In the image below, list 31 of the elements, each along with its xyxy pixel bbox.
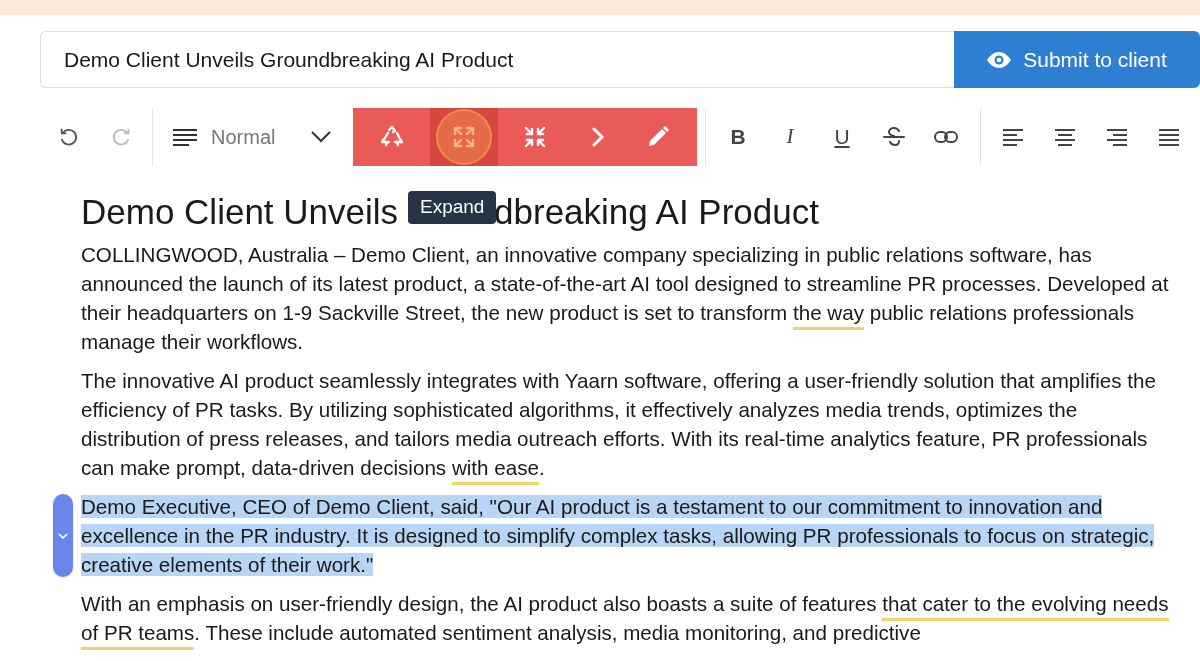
align-right-icon: [1106, 127, 1128, 147]
title-input[interactable]: Demo Client Unveils Groundbreaking AI Product: [40, 31, 954, 88]
paragraph: With an emphasis on user-friendly design, the AI product also boasts a suite of features that cater to the evolving needs of PR teams. These include automated sentiment analysis, media monitoring, and predictive: [81, 589, 1182, 647]
chevron-down-icon: [58, 532, 68, 539]
underline-button[interactable]: U: [826, 117, 858, 157]
tooltip: Expand: [408, 191, 497, 224]
submit-button[interactable]: Submit to client: [954, 31, 1200, 88]
pencil-icon: [646, 125, 670, 149]
document-heading: dbreaking AI Product: [494, 191, 819, 233]
expand-icon: [451, 125, 476, 149]
bold-button[interactable]: B: [722, 117, 754, 157]
italic-button[interactable]: I: [774, 117, 806, 157]
title-text: Demo Client Unveils Groundbreaking AI Product: [64, 46, 514, 73]
paragraph-format-icon: [173, 128, 197, 146]
redo-icon: [110, 126, 132, 148]
align-left-icon: [1002, 127, 1024, 147]
align-center-icon: [1054, 127, 1076, 147]
format-dropdown[interactable]: Normal: [173, 117, 353, 157]
paragraph-handle[interactable]: [53, 494, 73, 577]
chevron-down-icon: [311, 131, 331, 143]
strikethrough-icon: [882, 126, 906, 148]
paragraph: The innovative AI product seamlessly integrates with Yaarn software, offering a user-friendly solution that amplifies the efficiency of PR tasks. By utilizing sophisticated algorithms, it effectively analyzes media trends, optimizes the distribution of press releases, and tailors media outreach efforts. With its real-time analytics feature, PR professionals can make prompt, data-driven decisions with ease.: [81, 366, 1182, 482]
link-icon: [934, 130, 958, 144]
eye-icon: [987, 51, 1012, 68]
paragraph: COLLINGWOOD, Australia – Demo Client, an innovative company specializing in public relations software, has announced the launch of its latest product, a state-of-the-art AI tool designed to streamline PR processes. Developed at their headquarters on 1-9 Sackville Street, the new product is set to transform the way public relations professionals manage their workflows.: [81, 242, 1170, 355]
document-heading: Demo Client Unveils: [81, 191, 399, 233]
paragraph: Demo Executive, CEO of Demo Client, said, "Our AI product is a testament to our commitment to innovation and excellence in the PR industry. It is designed to simplify complex tasks, allowing PR professionals to focus on strategic, creative elements of their work.": [81, 494, 1156, 578]
align-justify-icon: [1158, 127, 1180, 147]
compress-icon: [523, 125, 547, 149]
recycle-icon: [380, 125, 404, 149]
undo-icon: [58, 126, 80, 148]
